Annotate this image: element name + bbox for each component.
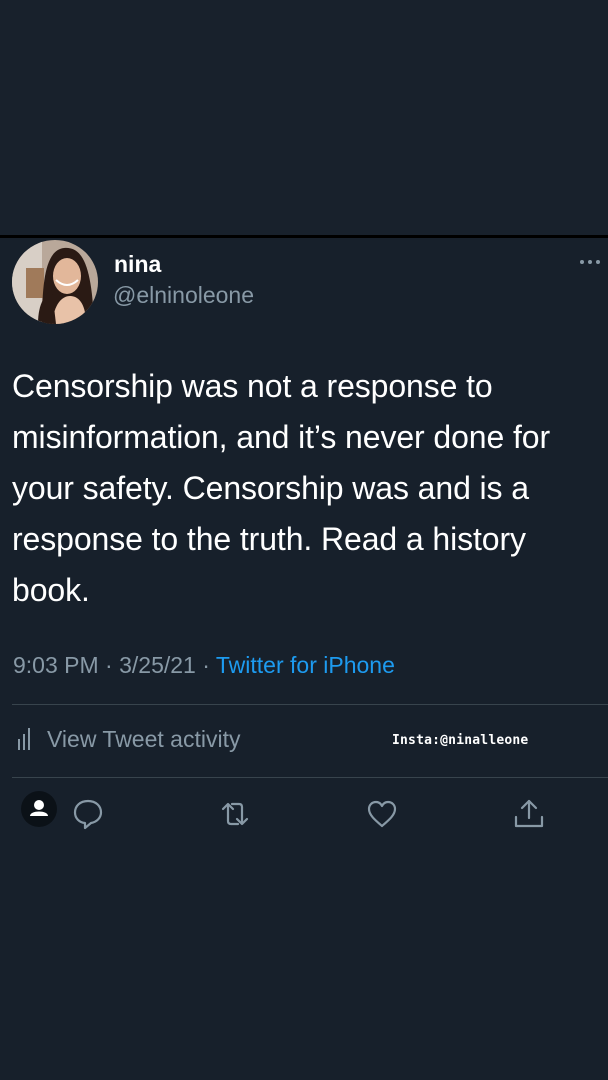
share-icon[interactable] [512,797,546,831]
tweet-source-link[interactable]: Twitter for iPhone [216,652,395,678]
tweet-detail-screen: nina @elninoleone Censorship was not a r… [0,0,608,1080]
tweet-date: 3/25/21 [119,652,196,678]
meta-separator: · [202,652,210,678]
avatar[interactable] [12,240,98,324]
display-name[interactable]: nina [114,251,161,278]
tweet-meta: 9:03 PM · 3/25/21 · Twitter for iPhone [13,652,395,679]
divider [12,704,608,705]
tweet-text: Censorship was not a response to misinfo… [12,368,551,608]
more-icon[interactable] [576,254,604,270]
header-divider [0,235,608,238]
like-icon[interactable] [365,797,399,831]
reply-icon[interactable] [71,797,105,831]
avatar-photo-icon [12,240,98,324]
top-empty-area [0,0,608,236]
user-handle[interactable]: @elninoleone [113,282,254,309]
view-tweet-activity-button[interactable]: View Tweet activity [17,722,240,756]
view-tweet-activity-label: View Tweet activity [47,725,241,752]
activity-bars-icon [18,728,30,750]
watermark-text: Insta:@ninalleone [392,733,529,748]
retweet-icon[interactable] [218,797,252,831]
user-badge [21,791,57,827]
user-icon [30,800,48,816]
tweet-time: 9:03 PM [13,652,99,678]
meta-separator: · [105,652,113,678]
divider [12,777,608,778]
